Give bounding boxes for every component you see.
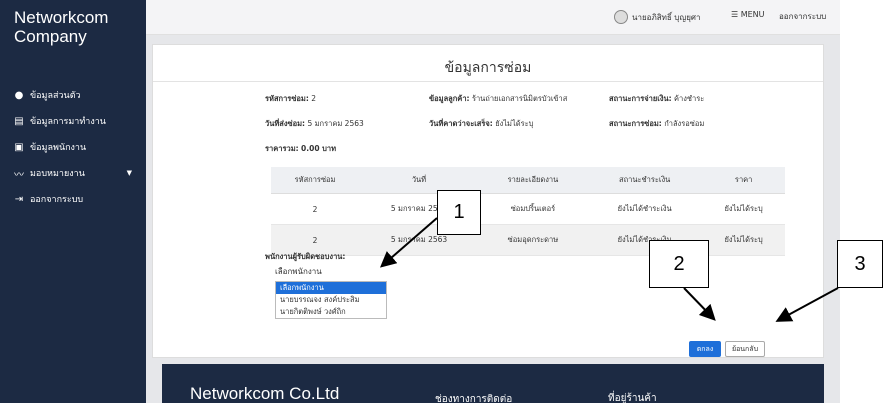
arrow-2 bbox=[683, 287, 716, 321]
arrow-3 bbox=[775, 287, 839, 322]
callout-arrows bbox=[379, 217, 839, 322]
arrow-1 bbox=[379, 217, 438, 268]
